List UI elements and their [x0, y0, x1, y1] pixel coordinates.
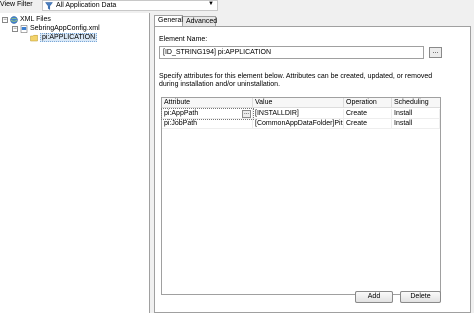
collapse-icon[interactable]: − — [12, 25, 18, 32]
column-header-value[interactable]: Value — [253, 98, 344, 108]
view-filter-dropdown[interactable]: All Application Data ▼ — [42, 0, 218, 11]
filter-icon — [45, 2, 53, 10]
delete-attribute-button[interactable]: Delete — [400, 291, 441, 303]
element-name-field[interactable]: [ID_STRING194] pi:APPLICATION — [159, 46, 424, 59]
tree-item-xml-files[interactable]: − XML Files — [2, 15, 51, 24]
attributes-grid[interactable]: Attribute Value Operation Scheduling pi:… — [161, 97, 441, 295]
tree-item-label: pi:APPLICATION — [40, 33, 98, 42]
tab-advanced[interactable]: Advanced — [182, 16, 217, 26]
collapse-icon[interactable]: − — [2, 16, 8, 23]
tab-general[interactable]: General — [154, 15, 183, 26]
column-header-operation[interactable]: Operation — [344, 98, 392, 108]
element-name-browse-button[interactable]: ... — [429, 47, 442, 58]
attributes-description: Specify attributes for this element belo… — [159, 73, 433, 88]
table-row-attribute[interactable]: pi:AppPath — [161, 108, 254, 120]
folder-icon — [30, 34, 38, 41]
table-row-value[interactable]: [CommonAppDataFolder]Pitn... — [253, 119, 344, 129]
view-filter-label: View Filter — [0, 1, 33, 8]
properties-pane: General Advanced Element Name: [ID_STRIN… — [151, 13, 474, 313]
tree-item-element[interactable]: pi:APPLICATION — [30, 33, 98, 42]
row-browse-button[interactable]: ... — [242, 110, 251, 118]
table-row-value[interactable]: [INSTALLDIR] — [253, 109, 344, 119]
globe-icon — [10, 15, 18, 24]
view-filter-bar: View Filter All Application Data ▼ — [0, 0, 474, 12]
table-row-attribute[interactable]: pi:JobPath — [162, 119, 253, 129]
tree-item-label: SebringAppConfig.xml — [30, 25, 100, 32]
add-attribute-button[interactable]: Add — [355, 291, 393, 303]
table-row-scheduling[interactable]: Install — [392, 119, 440, 129]
element-name-label: Element Name: — [159, 36, 208, 43]
xml-file-icon — [20, 24, 28, 33]
tree-item-xml-file[interactable]: − SebringAppConfig.xml — [12, 24, 100, 33]
table-row-scheduling[interactable]: Install — [392, 109, 440, 119]
column-header-attribute[interactable]: Attribute — [162, 98, 253, 108]
chevron-down-icon[interactable]: ▼ — [208, 1, 214, 7]
view-filter-value: All Application Data — [56, 2, 117, 9]
tree-item-label: XML Files — [20, 16, 51, 23]
table-row-operation[interactable]: Create — [344, 109, 392, 119]
xml-tree-view[interactable]: − XML Files − SebringAppConfig.xml pi:AP… — [0, 13, 150, 313]
table-row-operation[interactable]: Create — [344, 119, 392, 129]
column-header-scheduling[interactable]: Scheduling — [392, 98, 440, 108]
